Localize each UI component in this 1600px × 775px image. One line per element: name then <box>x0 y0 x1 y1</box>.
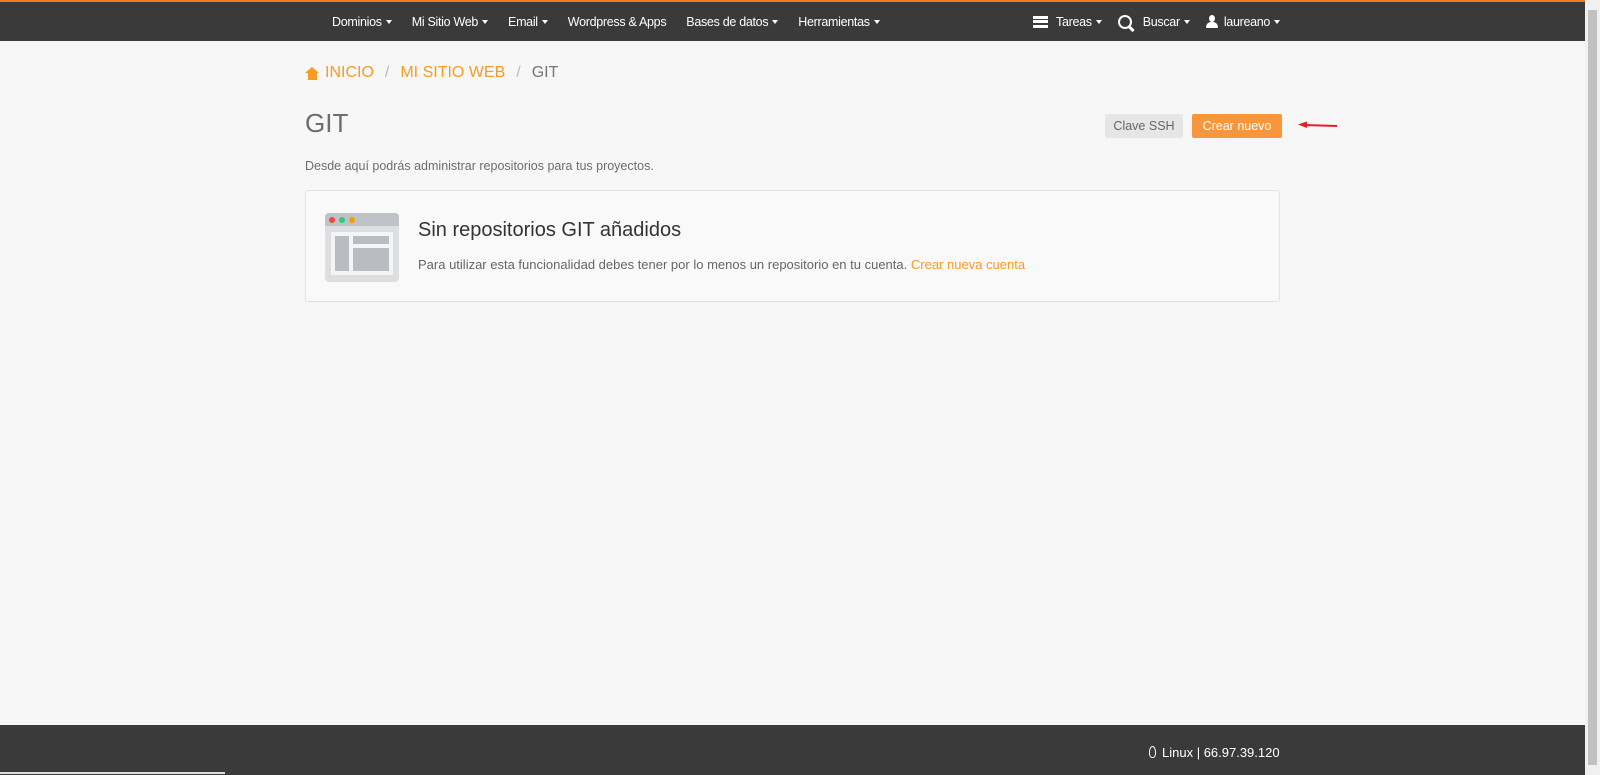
ssh-key-button[interactable]: Clave SSH <box>1105 114 1183 138</box>
user-menu[interactable]: laureano <box>1205 14 1281 29</box>
browser-window-icon <box>325 213 399 282</box>
caret-down-icon <box>772 19 779 24</box>
user-label: laureano <box>1223 14 1271 29</box>
breadcrumb: INICIO / MI SITIO WEB / GIT <box>305 64 558 82</box>
caret-down-icon <box>482 19 489 24</box>
linux-icon <box>1148 746 1157 759</box>
server-os: Linux <box>1162 745 1194 760</box>
caret-down-icon <box>1274 19 1281 24</box>
search-icon <box>1117 14 1132 29</box>
footer: Linux | 66.97.39.120 <box>0 725 1585 775</box>
page-description: Desde aquí podrás administrar repositori… <box>305 159 654 173</box>
page-title: GIT <box>305 108 349 138</box>
nav-label: Bases de datos <box>686 14 769 29</box>
empty-state-text-row: Para utilizar esta funcionalidad debes t… <box>418 257 1025 272</box>
nav-item-herramientas[interactable]: Herramientas <box>798 14 880 29</box>
create-account-link[interactable]: Crear nueva cuenta <box>911 257 1025 272</box>
top-navbar: Dominios Mi Sitio Web Email Wordpress & … <box>0 0 1585 41</box>
nav-label: Wordpress & Apps <box>567 14 667 29</box>
nav-item-email[interactable]: Email <box>508 15 548 29</box>
server-ip: 66.97.39.120 <box>1203 745 1280 760</box>
nav-item-bases-de-datos[interactable]: Bases de datos <box>686 14 779 29</box>
caret-down-icon <box>1095 19 1102 24</box>
caret-down-icon <box>1183 19 1190 24</box>
empty-state-text: Para utilizar esta funcionalidad debes t… <box>418 257 908 272</box>
main-menu: Dominios Mi Sitio Web Email Wordpress & … <box>332 2 900 41</box>
breadcrumb-separator: / <box>384 64 390 81</box>
separator: | <box>1193 745 1204 760</box>
tasks-menu[interactable]: Tareas <box>1033 15 1102 29</box>
nav-label: Email <box>508 14 538 29</box>
breadcrumb-current: GIT <box>531 64 559 81</box>
caret-down-icon <box>385 19 392 24</box>
breadcrumb-separator: / <box>516 64 521 81</box>
scrollbar-thumb[interactable] <box>1588 10 1597 765</box>
nav-item-mi-sitio-web[interactable]: Mi Sitio Web <box>411 14 489 29</box>
vertical-scrollbar[interactable] <box>1585 0 1600 775</box>
nav-item-wordpress-apps[interactable]: Wordpress & Apps <box>568 15 667 29</box>
breadcrumb-home-label: INICIO <box>325 64 374 81</box>
annotation-arrow-icon <box>1298 121 1338 128</box>
tasks-label: Tareas <box>1056 14 1092 29</box>
breadcrumb-section[interactable]: MI SITIO WEB <box>400 64 505 82</box>
caret-down-icon <box>873 19 880 24</box>
nav-label: Herramientas <box>798 14 870 29</box>
user-icon <box>1205 15 1218 28</box>
user-menu-area: Tareas Buscar laureano <box>1033 2 1296 41</box>
tasks-icon <box>1033 15 1048 28</box>
search-label: Buscar <box>1142 14 1180 29</box>
nav-item-dominios[interactable]: Dominios <box>332 15 392 29</box>
breadcrumb-home[interactable]: INICIO <box>305 64 374 82</box>
bottom-divider <box>0 772 225 774</box>
server-info: Linux | 66.97.39.120 <box>1148 745 1280 760</box>
caret-down-icon <box>541 19 548 24</box>
search-menu[interactable]: Buscar <box>1117 14 1190 29</box>
empty-state-panel: Sin repositorios GIT añadidos Para utili… <box>305 190 1280 302</box>
home-icon <box>305 66 320 80</box>
empty-state-title: Sin repositorios GIT añadidos <box>418 219 682 241</box>
nav-label: Dominios <box>332 14 382 29</box>
create-new-button[interactable]: Crear nuevo <box>1192 114 1282 138</box>
nav-label: Mi Sitio Web <box>411 14 479 29</box>
